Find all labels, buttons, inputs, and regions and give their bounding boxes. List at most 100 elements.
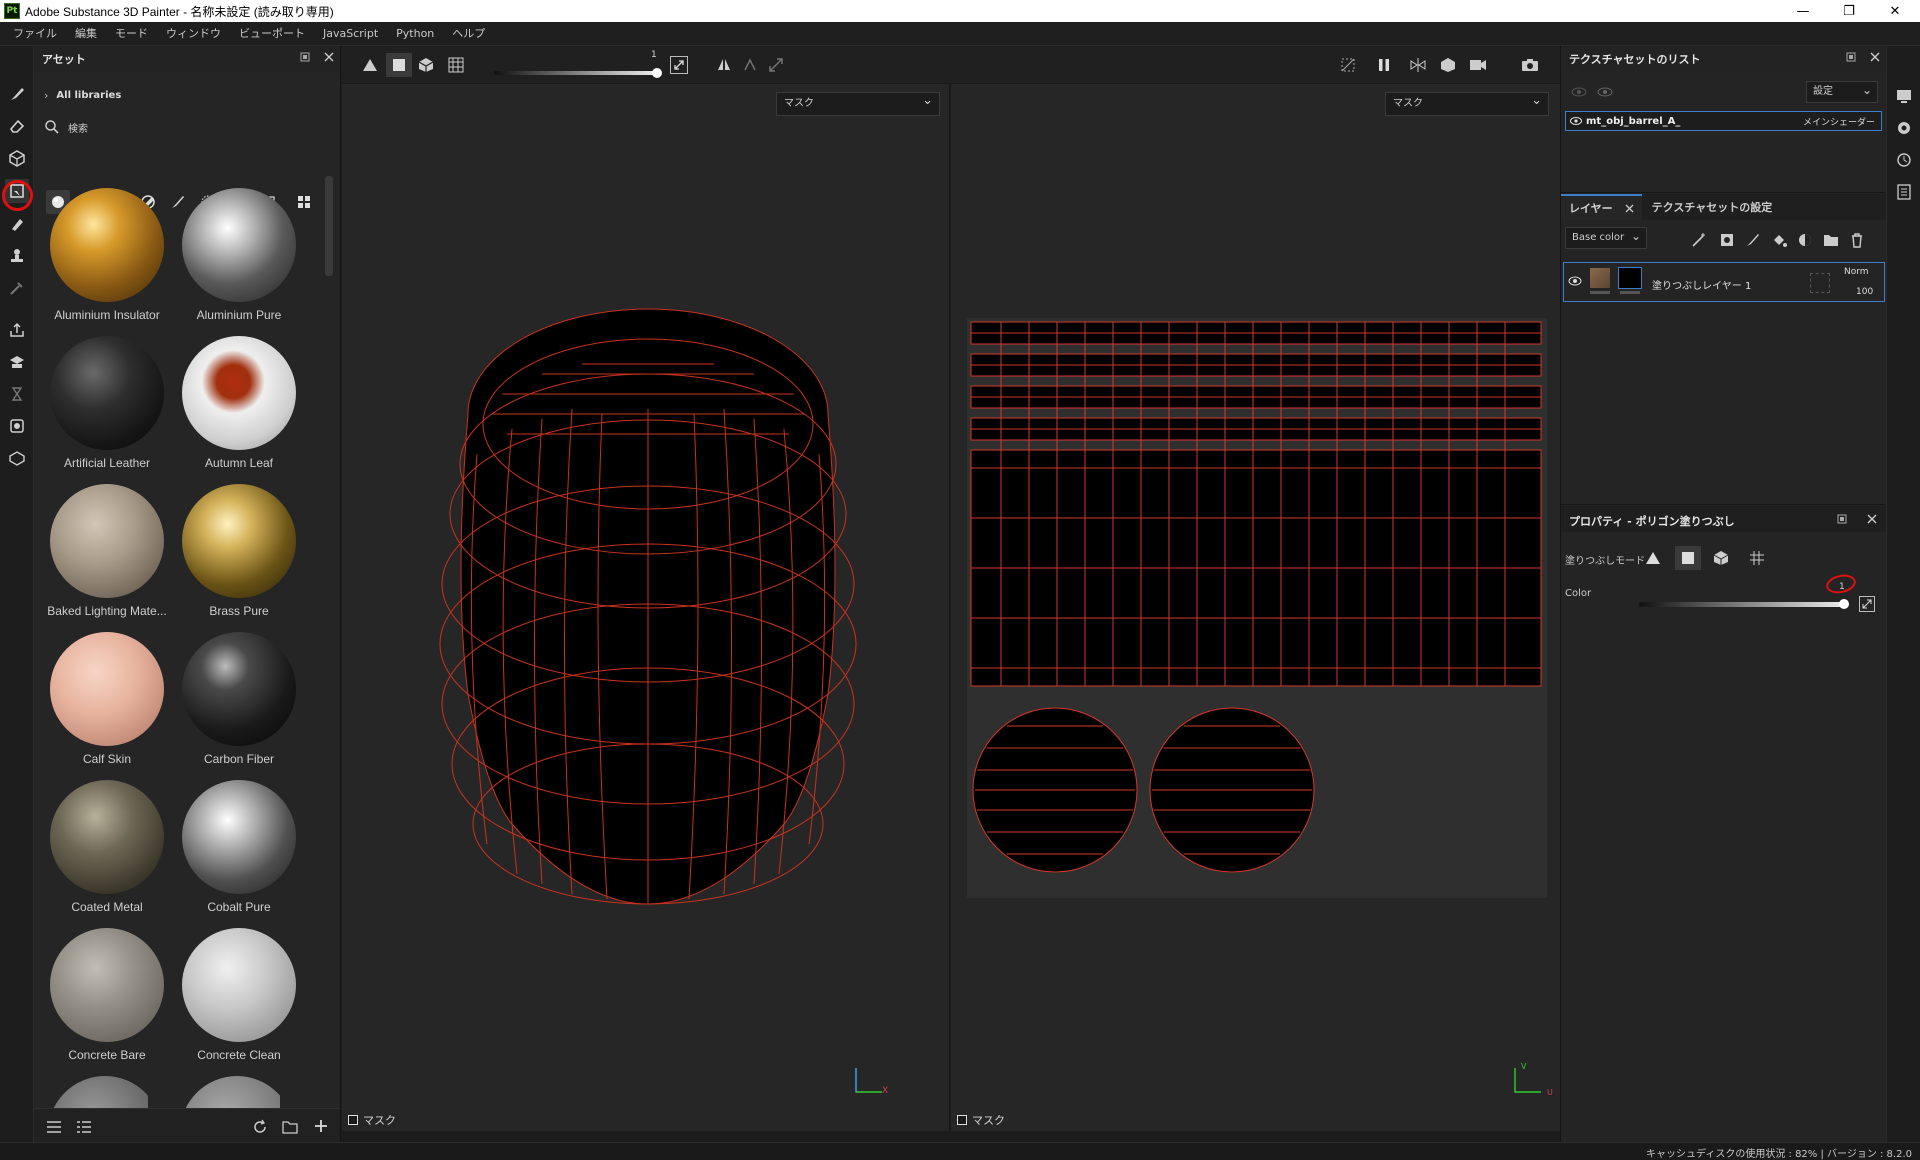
hide-ui-icon[interactable]: [1338, 55, 1358, 75]
menu-edit[interactable]: 編集: [66, 22, 106, 46]
search-field[interactable]: 検索: [40, 116, 330, 138]
viewport-2d-channel-dropdown[interactable]: マスク: [1385, 90, 1549, 116]
tab-layers[interactable]: レイヤー: [1561, 194, 1642, 220]
close-tab-icon[interactable]: [1625, 204, 1634, 213]
fill-slider-handle[interactable]: [652, 68, 662, 78]
mesh-fill-icon[interactable]: [416, 55, 436, 75]
menu-window[interactable]: ウィンドウ: [157, 22, 230, 46]
add-smart-material-icon[interactable]: [1797, 232, 1813, 248]
menu-help[interactable]: ヘルプ: [443, 22, 494, 46]
float-panel-icon[interactable]: [1837, 514, 1847, 524]
split-view-icon[interactable]: [1408, 55, 1428, 75]
library-selector[interactable]: › All libraries: [44, 86, 121, 104]
mask-checkbox[interactable]: [348, 1115, 358, 1125]
material-concrete-bare[interactable]: Concrete Bare: [41, 928, 173, 1062]
lazy-mouse-icon[interactable]: [740, 55, 760, 75]
display-mode-icon[interactable]: [1438, 55, 1458, 75]
channel-dropdown[interactable]: Base color ⌄: [1565, 227, 1647, 249]
shader-label[interactable]: メインシェーダー: [1803, 115, 1875, 128]
tab-texture-set-settings[interactable]: テクスチャセットの設定: [1642, 199, 1783, 215]
add-icon[interactable]: [314, 1119, 328, 1133]
transform-icon[interactable]: [766, 55, 786, 75]
shelf-3d-icon[interactable]: [5, 446, 29, 470]
log-icon[interactable]: [1892, 180, 1916, 204]
projection-tool-icon[interactable]: [5, 146, 29, 170]
close-button[interactable]: ✕: [1872, 0, 1918, 22]
add-paint-layer-icon[interactable]: [1745, 232, 1761, 248]
add-folder-icon[interactable]: [1823, 232, 1839, 248]
material-brass-pure[interactable]: Brass Pure: [173, 484, 305, 618]
material-artificial-leather[interactable]: Artificial Leather: [41, 336, 173, 470]
minimize-button[interactable]: —: [1780, 0, 1826, 22]
viewport-2d[interactable]: マスク V U マスク: [951, 84, 1560, 1131]
texture-set-row[interactable]: mt_obj_barrel_A_ メインシェーダー: [1565, 111, 1882, 131]
search-input[interactable]: 検索: [68, 120, 88, 135]
polygon-fill-icon[interactable]: [386, 53, 412, 77]
triangle-fill-icon[interactable]: [360, 55, 380, 75]
fill-mode-mesh-icon[interactable]: [1711, 548, 1731, 568]
restore-button[interactable]: ❐: [1826, 0, 1872, 22]
mask-checkbox[interactable]: [957, 1115, 967, 1125]
color-slider-handle[interactable]: [1839, 599, 1849, 609]
delete-layer-icon[interactable]: [1849, 232, 1865, 248]
layer-blend-mode[interactable]: Norm: [1844, 267, 1869, 277]
fill-mode-triangle-icon[interactable]: [1643, 548, 1663, 568]
display-settings-icon[interactable]: [1892, 84, 1916, 108]
history-icon[interactable]: [1892, 148, 1916, 172]
menu-python[interactable]: Python: [387, 22, 443, 46]
layer-opacity[interactable]: 100: [1856, 287, 1873, 297]
float-panel-icon[interactable]: [300, 52, 310, 62]
close-panel-icon[interactable]: [1870, 52, 1880, 62]
viewport-3d[interactable]: マスク X マスク: [342, 84, 950, 1131]
folder-icon[interactable]: [282, 1119, 298, 1135]
texture-set-settings-dropdown[interactable]: 設定 ⌄: [1806, 81, 1878, 103]
fill-mode-uv-icon[interactable]: [1747, 548, 1767, 568]
color-slider-track[interactable]: [1639, 602, 1845, 607]
eye-icon[interactable]: [1597, 86, 1613, 98]
bake-icon[interactable]: [5, 350, 29, 374]
add-effect-icon[interactable]: [1691, 232, 1707, 248]
uv-fill-icon[interactable]: [446, 55, 466, 75]
material-carbon-fiber[interactable]: Carbon Fiber: [173, 632, 305, 766]
layer-mask-thumbnail[interactable]: [1618, 267, 1642, 289]
details-view-icon[interactable]: [76, 1120, 92, 1134]
color-swap-icon[interactable]: [1859, 596, 1875, 612]
material-autumn-leaf[interactable]: Autumn Leaf: [173, 336, 305, 470]
material-cobalt-pure[interactable]: Cobalt Pure: [173, 780, 305, 914]
pause-icon[interactable]: [1374, 55, 1394, 75]
fill-mode-polygon-icon[interactable]: [1675, 546, 1701, 570]
float-panel-icon[interactable]: [1846, 52, 1856, 62]
menu-javascript[interactable]: JavaScript: [314, 22, 387, 46]
eye-icon[interactable]: [1570, 116, 1582, 126]
close-panel-icon[interactable]: [1867, 514, 1877, 524]
color-swap-icon[interactable]: [670, 56, 688, 74]
clone-stamp-tool-icon[interactable]: [5, 244, 29, 268]
menu-viewport[interactable]: ビューポート: [230, 22, 314, 46]
color-picker-tool-icon[interactable]: [5, 276, 29, 300]
add-mask-icon[interactable]: [1719, 232, 1735, 248]
add-fill-layer-icon[interactable]: [1771, 232, 1787, 248]
layer-visibility-eye-icon[interactable]: [1568, 275, 1582, 287]
menu-mode[interactable]: モード: [106, 22, 157, 46]
paint-brush-tool-icon[interactable]: [5, 82, 29, 106]
material-baked-lighting[interactable]: Baked Lighting Mate...: [41, 484, 173, 618]
material-aluminium-insulator[interactable]: Aluminium Insulator: [41, 188, 173, 322]
menu-file[interactable]: ファイル: [4, 22, 66, 46]
hourglass-icon[interactable]: [5, 382, 29, 406]
shader-settings-icon[interactable]: [1892, 116, 1916, 140]
refresh-icon[interactable]: [252, 1119, 268, 1135]
layer-effects-slot[interactable]: [1810, 273, 1830, 293]
material-aluminium-pure[interactable]: Aluminium Pure: [173, 188, 305, 322]
screenshot-icon[interactable]: [1520, 55, 1540, 75]
material-coated-metal[interactable]: Coated Metal: [41, 780, 173, 914]
smudge-tool-icon[interactable]: [5, 212, 29, 236]
layer-row[interactable]: 塗りつぶしレイヤー 1 Norm 100: [1563, 262, 1885, 302]
fill-slider-track[interactable]: [494, 71, 656, 75]
eraser-tool-icon[interactable]: [5, 114, 29, 138]
layer-name[interactable]: 塗りつぶしレイヤー 1: [1652, 277, 1751, 292]
symmetry-icon[interactable]: [714, 55, 734, 75]
eye-hidden-icon[interactable]: [1571, 86, 1587, 98]
camera-icon[interactable]: [1468, 55, 1488, 75]
scrollbar[interactable]: [325, 176, 333, 276]
render-icon[interactable]: [5, 414, 29, 438]
